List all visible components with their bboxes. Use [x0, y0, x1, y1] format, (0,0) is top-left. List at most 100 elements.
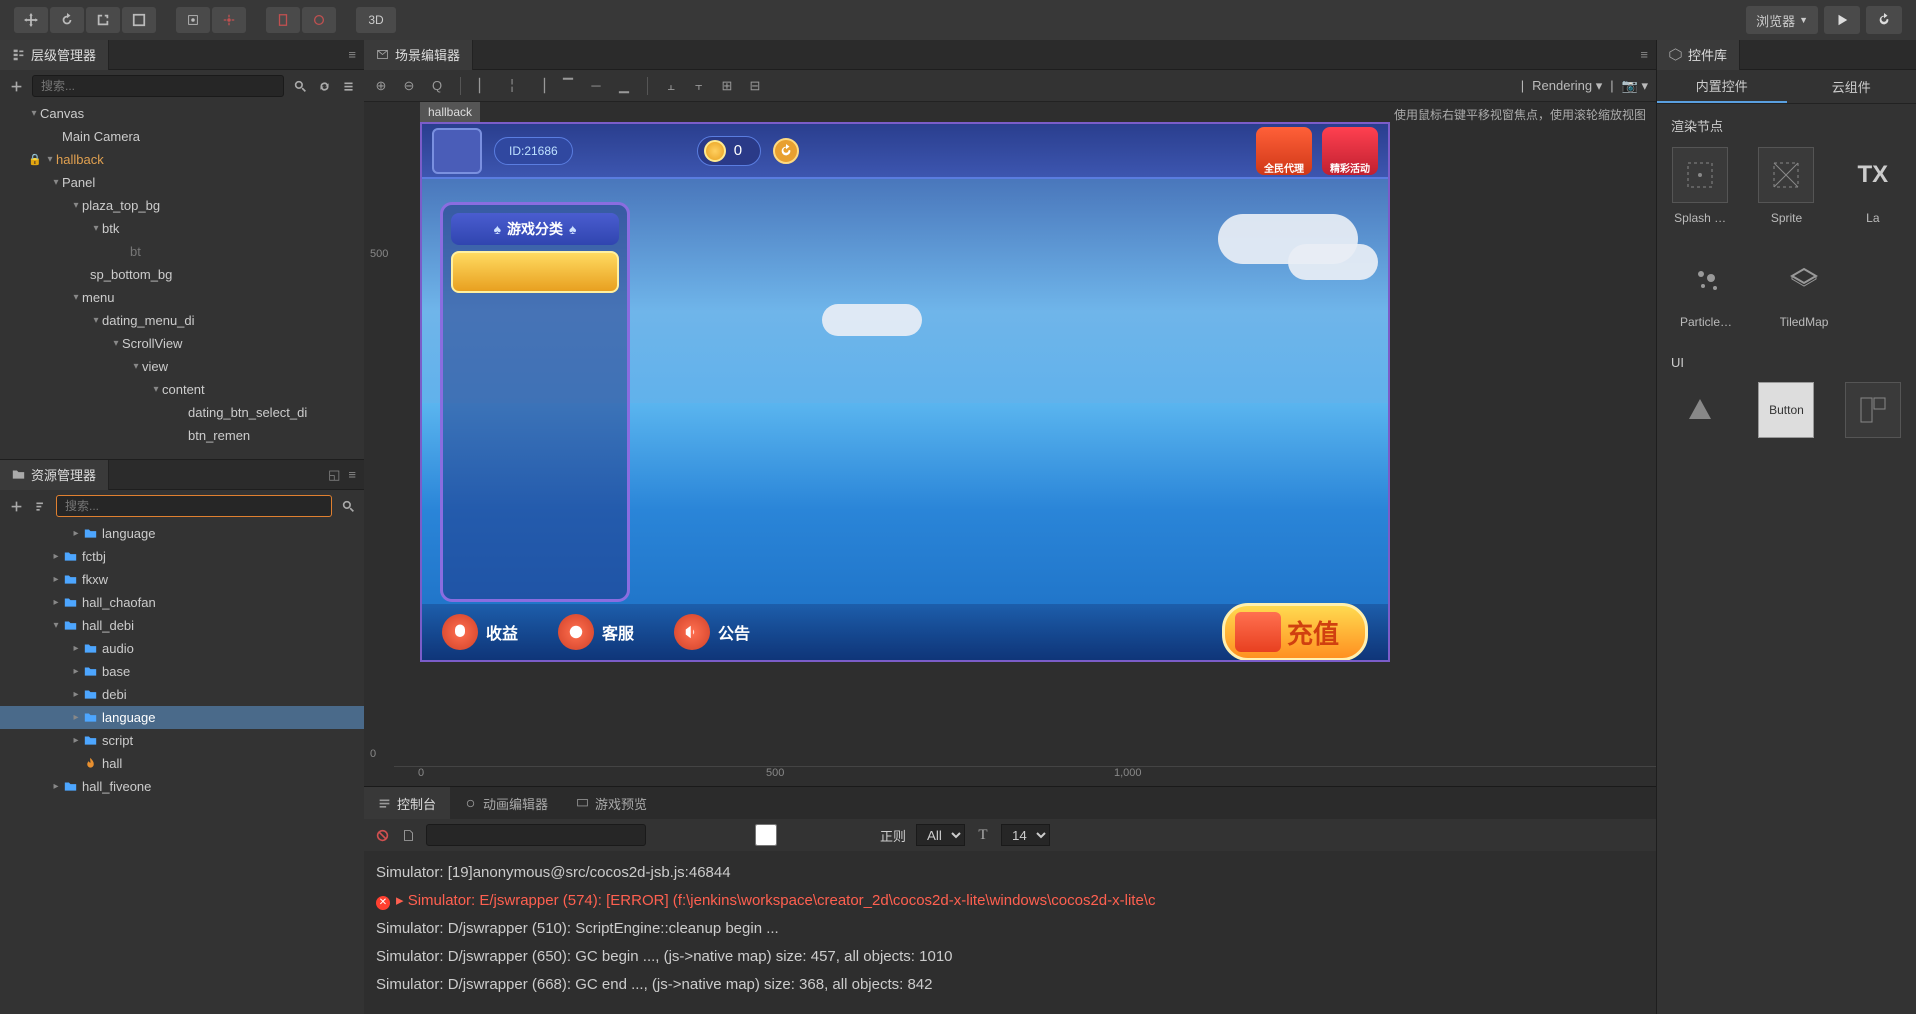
assets-tab[interactable]: 资源管理器: [0, 460, 109, 490]
asset-node[interactable]: ▸base: [0, 660, 364, 683]
hierarchy-tree[interactable]: ▾CanvasMain Camera🔒▾hallback▾Panel▾plaza…: [0, 102, 364, 459]
asset-node[interactable]: ▸fkxw: [0, 568, 364, 591]
play-button[interactable]: [1824, 6, 1860, 34]
tree-node[interactable]: ▾ScrollView: [0, 332, 364, 355]
hierarchy-tab[interactable]: 层级管理器: [0, 40, 109, 70]
avatar[interactable]: [432, 128, 482, 174]
sort-icon[interactable]: [32, 498, 48, 514]
grid-icon[interactable]: ⊟: [746, 77, 764, 95]
bottom-notice[interactable]: 公告: [674, 614, 750, 650]
add-icon[interactable]: [8, 78, 24, 94]
tree-node[interactable]: ▾view: [0, 355, 364, 378]
asset-node[interactable]: ▸hall_chaofan: [0, 591, 364, 614]
log-file-icon[interactable]: [400, 827, 416, 843]
asset-node[interactable]: ▸fctbj: [0, 545, 364, 568]
asset-node[interactable]: ▸language: [0, 706, 364, 729]
widgets-tab[interactable]: 控件库: [1657, 40, 1740, 70]
scale-tool[interactable]: [86, 7, 120, 33]
assets-search-input[interactable]: [56, 495, 332, 517]
anchor-tool[interactable]: [176, 7, 210, 33]
rendering-dropdown[interactable]: Rendering ▾: [1532, 78, 1602, 94]
tree-node[interactable]: ▾content: [0, 378, 364, 401]
refresh-balance-icon[interactable]: [773, 138, 799, 164]
badge-activity[interactable]: 精彩活动: [1322, 127, 1378, 175]
align-left-icon[interactable]: ▏: [475, 77, 493, 95]
reload-button[interactable]: [1866, 6, 1902, 34]
search-icon[interactable]: [292, 78, 308, 94]
widget-layout[interactable]: [1844, 382, 1902, 446]
zoom-fit-icon[interactable]: Q: [428, 77, 446, 95]
widget-mask[interactable]: [1671, 382, 1729, 446]
widget-label[interactable]: TXLa: [1844, 147, 1902, 225]
asset-node[interactable]: hall: [0, 752, 364, 775]
scene-viewport[interactable]: 使用鼠标右键平移视窗焦点，使用滚轮缩放视图 hallback ID:21686 …: [364, 102, 1656, 786]
menu-icon[interactable]: ≡: [348, 467, 356, 483]
clear-icon[interactable]: [374, 827, 390, 843]
search-icon[interactable]: [340, 498, 356, 514]
bottom-income[interactable]: 收益: [442, 614, 518, 650]
align-middle-icon[interactable]: ─: [587, 77, 605, 95]
font-size-select[interactable]: 14: [1001, 824, 1050, 846]
canvas-frame[interactable]: ID:21686 0 全民代理 精彩活动 游戏分类: [420, 122, 1390, 662]
align-bottom-icon[interactable]: ▁: [615, 77, 633, 95]
add-icon[interactable]: [8, 498, 24, 514]
console-filter-input[interactable]: [426, 824, 646, 846]
tree-node[interactable]: ▾menu: [0, 286, 364, 309]
widget-splash[interactable]: Splash …: [1671, 147, 1729, 225]
cloud-tab[interactable]: 云组件: [1787, 70, 1916, 103]
builtin-tab[interactable]: 内置控件: [1657, 70, 1787, 103]
category-item[interactable]: [451, 251, 619, 293]
tree-node[interactable]: ▾btk: [0, 217, 364, 240]
local-tool[interactable]: [266, 7, 300, 33]
world-tool[interactable]: [302, 7, 336, 33]
collapse-icon[interactable]: [340, 78, 356, 94]
widget-sprite[interactable]: Sprite: [1757, 147, 1815, 225]
pivot-tool[interactable]: [212, 7, 246, 33]
align-center-h-icon[interactable]: ╎: [503, 77, 521, 95]
menu-icon[interactable]: ≡: [348, 47, 356, 62]
refresh-icon[interactable]: [316, 78, 332, 94]
tree-node[interactable]: btn_remen: [0, 424, 364, 447]
regex-checkbox[interactable]: [656, 824, 876, 846]
align-right-icon[interactable]: ▕: [531, 77, 549, 95]
tree-node[interactable]: Main Camera: [0, 125, 364, 148]
recharge-button[interactable]: 充值: [1222, 603, 1368, 660]
rotate-tool[interactable]: [50, 7, 84, 33]
log-level-select[interactable]: All: [916, 824, 965, 846]
scene-tab[interactable]: 场景编辑器: [364, 40, 473, 70]
tree-node[interactable]: bt: [0, 240, 364, 263]
zoom-out-icon[interactable]: ⊖: [400, 77, 418, 95]
animation-tab[interactable]: 动画编辑器: [450, 787, 562, 819]
console-log[interactable]: Simulator: [19]anonymous@src/cocos2d-jsb…: [364, 851, 1656, 1014]
3d-toggle[interactable]: 3D: [356, 7, 396, 33]
restore-icon[interactable]: ◱: [328, 467, 340, 483]
badge-agent[interactable]: 全民代理: [1256, 127, 1312, 175]
asset-node[interactable]: ▸audio: [0, 637, 364, 660]
widget-button[interactable]: Button: [1757, 382, 1815, 446]
tree-node[interactable]: ▾Panel: [0, 171, 364, 194]
move-tool[interactable]: [14, 7, 48, 33]
tree-node[interactable]: ▾Canvas: [0, 102, 364, 125]
rect-tool[interactable]: [122, 7, 156, 33]
zoom-in-icon[interactable]: ⊕: [372, 77, 390, 95]
bottom-service[interactable]: 客服: [558, 614, 634, 650]
widget-particle[interactable]: Particle…: [1671, 251, 1741, 329]
widget-tiledmap[interactable]: TiledMap: [1769, 251, 1839, 329]
align-top-icon[interactable]: ▔: [559, 77, 577, 95]
tree-node[interactable]: ▾dating_menu_di: [0, 309, 364, 332]
preview-target-dropdown[interactable]: 浏览器 ▼: [1746, 6, 1818, 34]
hierarchy-search-input[interactable]: [32, 75, 284, 97]
tree-node[interactable]: ▾plaza_top_bg: [0, 194, 364, 217]
asset-node[interactable]: ▸debi: [0, 683, 364, 706]
snap-icon[interactable]: ⊞: [718, 77, 736, 95]
console-tab[interactable]: 控制台: [364, 787, 450, 819]
camera-icon[interactable]: 📷 ▾: [1622, 78, 1648, 94]
asset-node[interactable]: ▸language: [0, 522, 364, 545]
asset-node[interactable]: ▸hall_fiveone: [0, 775, 364, 798]
distribute-v-icon[interactable]: ⫟: [690, 77, 708, 95]
tree-node[interactable]: sp_bottom_bg: [0, 263, 364, 286]
assets-tree[interactable]: ▸language▸fctbj▸fkxw▸hall_chaofan▾hall_d…: [0, 522, 364, 1014]
tree-node[interactable]: 🔒▾hallback: [0, 148, 364, 171]
asset-node[interactable]: ▸script: [0, 729, 364, 752]
asset-node[interactable]: ▾hall_debi: [0, 614, 364, 637]
